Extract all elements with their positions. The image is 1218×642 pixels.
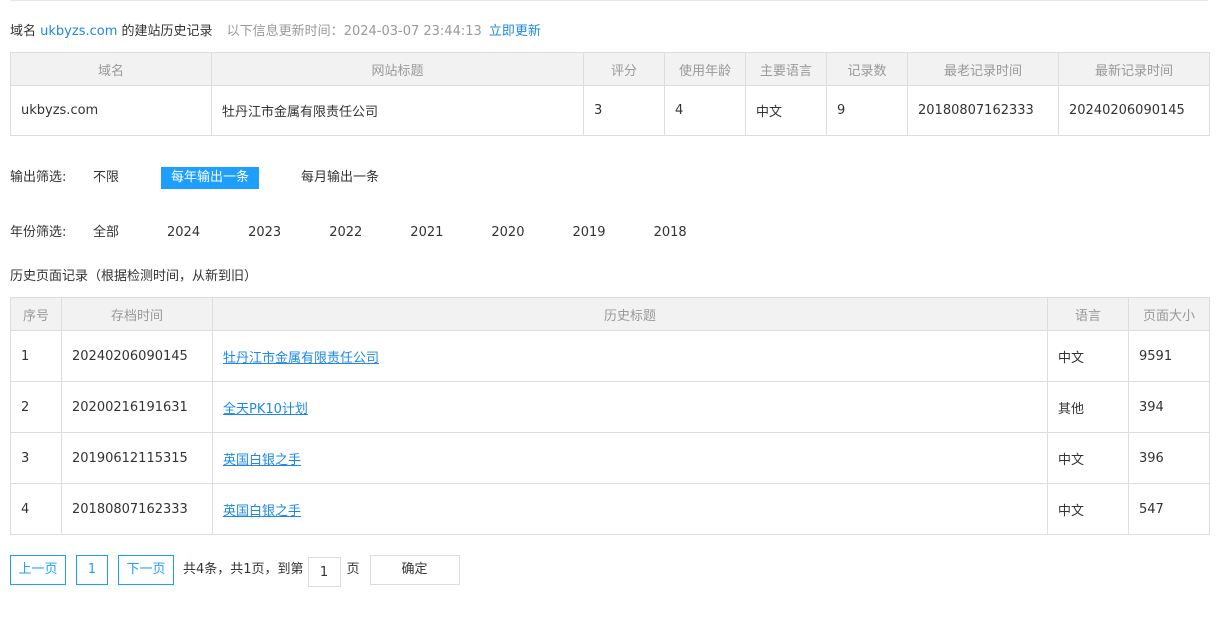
update-label: 以下信息更新时间： xyxy=(226,24,344,39)
top-divider xyxy=(10,0,1208,1)
year-filter: 年份筛选: 全部 2024 2023 2022 2021 2020 2019 2018 xyxy=(10,221,697,245)
history-language: 中文 xyxy=(1047,432,1129,484)
history-col-size: 页面大小 xyxy=(1128,297,1210,331)
info-oldest: 20180807162333 xyxy=(907,85,1059,136)
history-size: 9591 xyxy=(1128,330,1210,382)
next-page-button[interactable]: 下一页 xyxy=(118,555,174,585)
history-header-row: 序号 存档时间 历史标题 语言 页面大小 xyxy=(10,297,1210,331)
year-filter-label: 年份筛选: xyxy=(10,225,67,240)
info-col-domain: 域名 xyxy=(10,52,212,86)
output-filter-label: 输出筛选: xyxy=(10,170,67,185)
history-title-cell: 全天PK10计划 xyxy=(212,381,1048,433)
page-header: 域名 ukbyzs.com 的建站历史记录 以下信息更新时间：2024-03-0… xyxy=(10,22,541,42)
history-title-link[interactable]: 英国白银之手 xyxy=(223,453,301,468)
year-option-2019[interactable]: 2019 xyxy=(562,222,615,244)
goto-page-input[interactable] xyxy=(307,557,341,587)
domain-link[interactable]: ukbyzs.com xyxy=(40,24,117,39)
update-now-link[interactable]: 立即更新 xyxy=(489,24,541,39)
year-option-2021[interactable]: 2021 xyxy=(400,222,453,244)
table-row: 4 20180807162333 英国白银之手 中文 547 xyxy=(10,483,1210,535)
update-time: 2024-03-07 23:44:13 xyxy=(343,24,482,39)
page-unit-label: 页 xyxy=(346,562,360,577)
info-col-score: 评分 xyxy=(583,52,665,86)
info-col-count: 记录数 xyxy=(826,52,908,86)
history-size: 547 xyxy=(1128,483,1210,535)
history-time: 20240206090145 xyxy=(61,330,213,382)
table-row: 2 20200216191631 全天PK10计划 其他 394 xyxy=(10,381,1210,433)
output-option-all[interactable]: 不限 xyxy=(83,167,129,189)
history-title-link[interactable]: 牡丹江市金属有限责任公司 xyxy=(223,351,379,366)
history-language: 中文 xyxy=(1047,483,1129,535)
history-time: 20180807162333 xyxy=(61,483,213,535)
history-section-title: 历史页面记录（根据检测时间，从新到旧） xyxy=(10,269,258,284)
year-option-2018[interactable]: 2018 xyxy=(644,222,697,244)
info-count: 9 xyxy=(826,85,908,136)
info-col-oldest: 最老记录时间 xyxy=(907,52,1059,86)
info-col-language: 主要语言 xyxy=(745,52,827,86)
history-time: 20200216191631 xyxy=(61,381,213,433)
info-col-newest: 最新记录时间 xyxy=(1058,52,1210,86)
history-col-title: 历史标题 xyxy=(212,297,1048,331)
history-index: 4 xyxy=(10,483,62,535)
info-col-age: 使用年龄 xyxy=(664,52,746,86)
history-col-time: 存档时间 xyxy=(61,297,213,331)
page-1-button[interactable]: 1 xyxy=(76,555,108,585)
table-row: 1 20240206090145 牡丹江市金属有限责任公司 中文 9591 xyxy=(10,330,1210,382)
info-domain: ukbyzs.com xyxy=(10,85,212,136)
output-filter: 输出筛选: 不限 每年输出一条 每月输出一条 xyxy=(10,166,389,190)
history-col-language: 语言 xyxy=(1047,297,1129,331)
confirm-button[interactable]: 确定 xyxy=(369,555,460,585)
history-title-cell: 英国白银之手 xyxy=(212,483,1048,535)
header-prefix: 域名 xyxy=(10,24,37,39)
pager-summary: 共4条，共1页，到第 xyxy=(183,562,304,577)
year-option-all[interactable]: 全部 xyxy=(83,222,129,244)
history-time: 20190612115315 xyxy=(61,432,213,484)
history-language: 其他 xyxy=(1047,381,1129,433)
info-header-row: 域名 网站标题 评分 使用年龄 主要语言 记录数 最老记录时间 最新记录时间 xyxy=(10,52,1210,86)
output-option-yearly[interactable]: 每年输出一条 xyxy=(161,167,260,189)
history-title-link[interactable]: 全天PK10计划 xyxy=(223,402,308,417)
history-size: 394 xyxy=(1128,381,1210,433)
history-title-cell: 牡丹江市金属有限责任公司 xyxy=(212,330,1048,382)
domain-info-table: 域名 网站标题 评分 使用年龄 主要语言 记录数 最老记录时间 最新记录时间 u… xyxy=(10,52,1210,136)
info-language: 中文 xyxy=(745,85,827,136)
info-age: 4 xyxy=(664,85,746,136)
history-col-index: 序号 xyxy=(10,297,62,331)
year-option-2022[interactable]: 2022 xyxy=(319,222,372,244)
history-title-link[interactable]: 英国白银之手 xyxy=(223,504,301,519)
year-option-2020[interactable]: 2020 xyxy=(481,222,534,244)
history-table: 序号 存档时间 历史标题 语言 页面大小 1 20240206090145 牡丹… xyxy=(10,297,1210,535)
history-index: 2 xyxy=(10,381,62,433)
history-title-cell: 英国白银之手 xyxy=(212,432,1048,484)
pagination: 上一页 1 下一页共4条，共1页，到第 页确定 xyxy=(10,555,460,587)
info-title: 牡丹江市金属有限责任公司 xyxy=(211,85,584,136)
header-suffix: 的建站历史记录 xyxy=(121,24,213,39)
history-index: 1 xyxy=(10,330,62,382)
info-score: 3 xyxy=(583,85,665,136)
info-row: ukbyzs.com 牡丹江市金属有限责任公司 3 4 中文 9 2018080… xyxy=(10,85,1210,136)
table-row: 3 20190612115315 英国白银之手 中文 396 xyxy=(10,432,1210,484)
info-newest: 20240206090145 xyxy=(1058,85,1210,136)
info-col-title: 网站标题 xyxy=(211,52,584,86)
history-language: 中文 xyxy=(1047,330,1129,382)
history-index: 3 xyxy=(10,432,62,484)
history-size: 396 xyxy=(1128,432,1210,484)
output-option-monthly[interactable]: 每月输出一条 xyxy=(291,167,389,189)
prev-page-button[interactable]: 上一页 xyxy=(10,555,66,585)
year-option-2024[interactable]: 2024 xyxy=(157,222,210,244)
year-option-2023[interactable]: 2023 xyxy=(238,222,291,244)
